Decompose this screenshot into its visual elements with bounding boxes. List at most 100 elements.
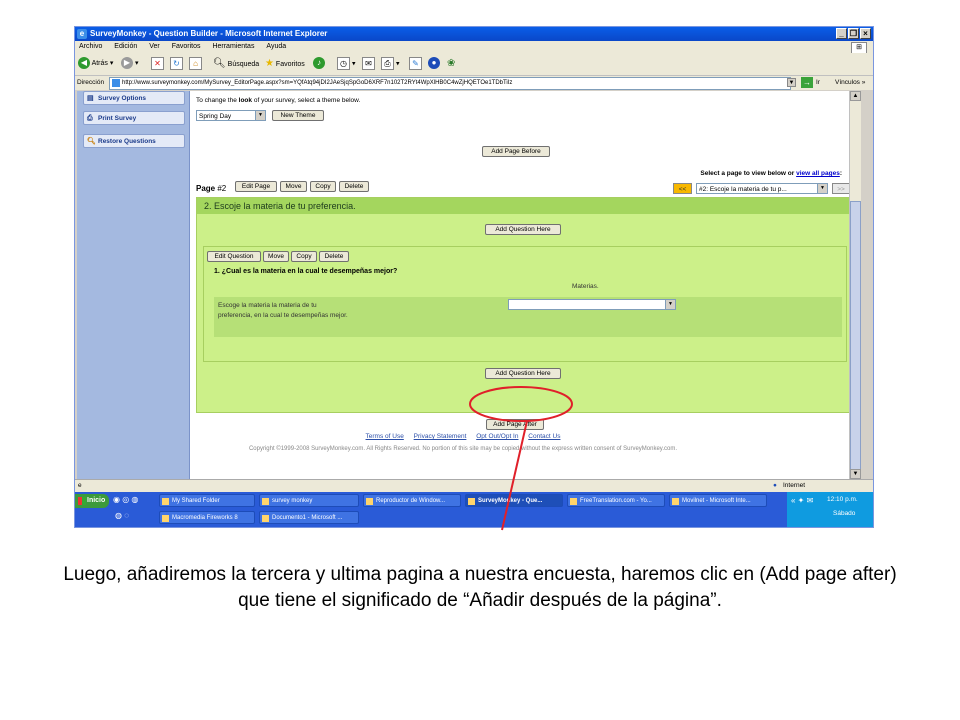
menu-ver[interactable]: Ver [149, 43, 160, 50]
address-input[interactable]: http://www.surveymonkey.com/MySurvey_Edi… [109, 77, 791, 90]
options-icon: ▤ [87, 95, 94, 102]
vertical-scrollbar[interactable]: ▲ ▼ [849, 91, 861, 479]
privacy-link[interactable]: Privacy Statement [414, 433, 467, 440]
media-button[interactable]: ♪ [313, 57, 325, 71]
editor-main: To change the look of your survey, selec… [190, 91, 851, 431]
menu-herramientas[interactable]: Herramientas [212, 43, 254, 50]
menu-edicion[interactable]: Edición [114, 43, 137, 50]
status-bar: e ● Internet [75, 479, 873, 492]
refresh-button[interactable]: ↻ [170, 57, 183, 71]
task-survey-monkey[interactable]: survey monkey [259, 494, 359, 507]
caption-text: Luego, añadiremos la tercera y ultima pa… [63, 564, 897, 611]
question-title: 1. ¿Cual es la materia en la cual te des… [214, 268, 398, 275]
edit-page-button[interactable]: Edit Page [235, 181, 277, 192]
edit-button[interactable]: ✎ [409, 57, 422, 71]
delete-question-button[interactable]: Delete [319, 251, 349, 262]
task-surveymonkey[interactable]: SurveyMonkey - Que... [465, 494, 563, 507]
page-icon [112, 79, 120, 87]
tray-icons[interactable]: « ✦ ✉ [791, 496, 813, 505]
page-label: Page #2 [196, 184, 227, 193]
sidebar-item-restore-questions[interactable]: 🔍︎ Restore Questions [83, 134, 185, 148]
edit-question-button[interactable]: Edit Question [207, 251, 261, 262]
quicklaunch-icons[interactable]: ◉ ◎ ◍ [113, 495, 138, 504]
go-button[interactable]: → [801, 77, 813, 88]
scroll-up-icon[interactable]: ▲ [850, 91, 861, 101]
answer-row: Escoge la materia la materia de tu prefe… [214, 297, 842, 337]
browser-toolbar: ◀ Atrás ▾ ▶ ▾ ✕ ↻ ⌂ 🔍︎ Búsqueda ★ Favori… [75, 53, 873, 76]
view-all-pages-link[interactable]: view all pages [796, 170, 840, 177]
copy-page-button[interactable]: Copy [310, 181, 336, 192]
sidebar: ▤ Survey Options ⎙ Print Survey 🔍︎ Resto… [77, 91, 190, 479]
copy-question-button[interactable]: Copy [291, 251, 317, 262]
clock: 12:10 p.m. [827, 496, 858, 503]
chevron-down-icon: ▼ [817, 184, 827, 193]
favorites-button[interactable]: ★ Favoritos [265, 57, 305, 71]
optout-link[interactable]: Opt Out/Opt In [476, 433, 518, 440]
taskbar: Inicio ◉ ◎ ◍ My Shared Folder survey mon… [75, 492, 873, 527]
task-fireworks[interactable]: Macromedia Fireworks 8 [159, 511, 255, 524]
address-dropdown[interactable]: ▼ [787, 78, 796, 87]
scroll-thumb[interactable] [850, 201, 861, 471]
sidebar-item-survey-options[interactable]: ▤ Survey Options [83, 91, 185, 105]
day-label: Sábado [833, 510, 856, 517]
address-label: Dirección [77, 79, 105, 86]
ie-icon: e [77, 29, 87, 39]
home-button[interactable]: ⌂ [189, 57, 202, 71]
media-icon: ♪ [313, 57, 325, 70]
maximize-button[interactable]: ❐ [848, 28, 859, 39]
stop-button[interactable]: ✕ [151, 57, 164, 71]
forward-button[interactable]: ▶ ▾ [121, 57, 138, 71]
mail-button[interactable]: ✉ [362, 57, 375, 71]
messenger-button[interactable]: ● [428, 57, 440, 71]
task-reproductor[interactable]: Reproductor de Window... [363, 494, 461, 507]
minimize-button[interactable]: _ [836, 28, 847, 39]
terms-link[interactable]: Terms of Use [366, 433, 404, 440]
scroll-down-icon[interactable]: ▼ [850, 469, 861, 479]
back-button[interactable]: ◀ Atrás ▾ [78, 57, 113, 71]
menu-bar: Archivo Edición Ver Favoritos Herramient… [75, 41, 873, 54]
zone-label: Internet [783, 482, 806, 489]
look-instructions: To change the look of your survey, selec… [196, 97, 361, 104]
task-movilnet[interactable]: Movilnet - Microsoft Inte... [669, 494, 767, 507]
add-question-here-button[interactable]: Add Question Here [485, 224, 561, 235]
menu-archivo[interactable]: Archivo [79, 43, 102, 50]
search-button[interactable]: 🔍︎ Búsqueda [213, 57, 259, 71]
add-page-before-button[interactable]: Add Page Before [482, 146, 550, 157]
go-label[interactable]: Ir [816, 76, 820, 90]
print-button[interactable]: ⎙ ▾ [381, 57, 399, 71]
screenshot-frame: e SurveyMonkey - Question Builder - Micr… [74, 26, 874, 528]
task-documento1[interactable]: Documento1 - Microsoft ... [259, 511, 359, 524]
theme-select[interactable]: Spring Day ▼ [196, 110, 266, 121]
question-panel: Edit Question Move Copy Delete 1. ¿Cual … [203, 246, 847, 362]
move-page-button[interactable]: Move [280, 181, 307, 192]
sidebar-item-print-survey[interactable]: ⎙ Print Survey [83, 111, 185, 125]
add-question-here-button-bottom[interactable]: Add Question Here [485, 368, 561, 379]
close-button[interactable]: × [860, 28, 871, 39]
delete-page-button[interactable]: Delete [339, 181, 369, 192]
links-button[interactable]: Vínculos » [835, 76, 865, 90]
prev-page-button[interactable]: << [673, 183, 692, 194]
menu-favoritos[interactable]: Favoritos [172, 43, 201, 50]
row-text: Escoge la materia la materia de tu prefe… [218, 302, 348, 319]
footer-links: Terms of Use Privacy Statement Opt Out/O… [77, 433, 849, 440]
search-icon: 🔍︎ [213, 58, 226, 69]
tools-button[interactable]: ❀ [447, 57, 455, 71]
history-button[interactable]: ◷ ▾ [337, 57, 355, 71]
tools-icon: ❀ [447, 58, 456, 69]
task-freetranslation[interactable]: FreeTranslation.com - Yo... [567, 494, 665, 507]
move-question-button[interactable]: Move [263, 251, 289, 262]
forward-arrow-icon: ▶ [121, 57, 133, 70]
new-theme-button[interactable]: New Theme [272, 110, 324, 121]
home-icon: ⌂ [189, 57, 202, 70]
page-select[interactable]: #2: Escoje la materia de tu p... ▼ [696, 183, 828, 194]
next-page-button[interactable]: >> [832, 183, 850, 194]
contact-link[interactable]: Contact Us [528, 433, 560, 440]
task-my-shared-folder[interactable]: My Shared Folder [159, 494, 255, 507]
menu-ayuda[interactable]: Ayuda [266, 43, 286, 50]
edit-icon: ✎ [409, 57, 422, 70]
page-heading: 2. Escoje la materia de tu preferencia. [197, 198, 850, 214]
quicklaunch-icons-2[interactable]: ◍ ◌ [115, 511, 129, 520]
start-button[interactable]: Inicio [75, 494, 109, 508]
add-page-after-button[interactable]: Add Page After [486, 419, 544, 430]
answer-dropdown[interactable]: ▼ [508, 299, 676, 310]
